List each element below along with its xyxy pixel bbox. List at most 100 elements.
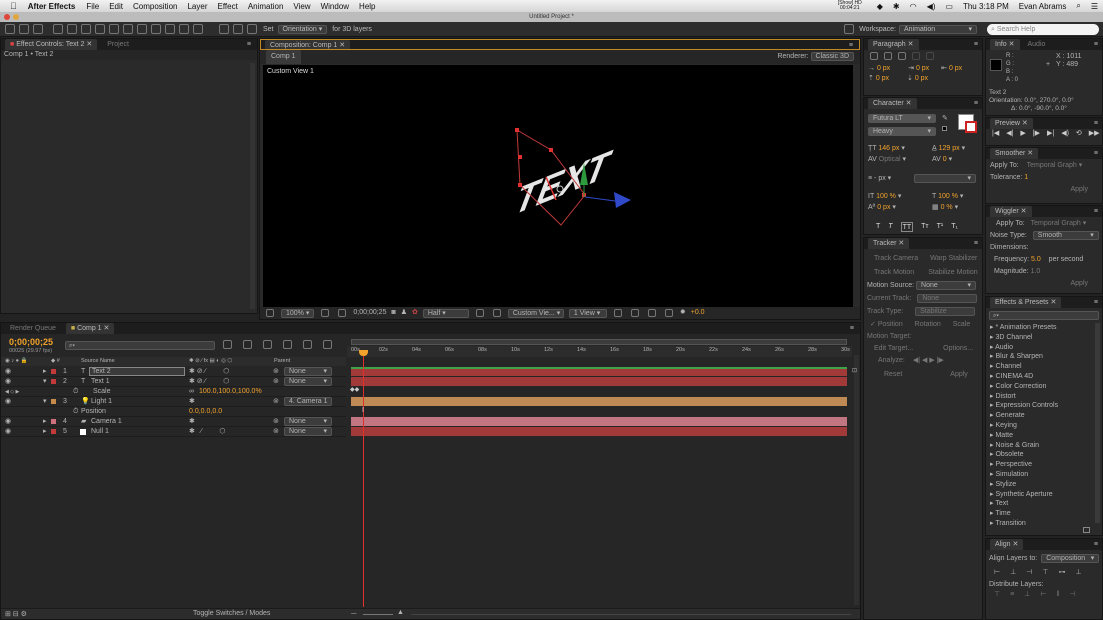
3d-view-dropdown[interactable]: Custom Vie... ▾ <box>507 308 564 318</box>
track-camera-button[interactable]: Track Camera <box>874 255 918 262</box>
tab-effect-controls[interactable]: ■ Effect Controls: Text 2 ✕ <box>5 39 98 50</box>
visibility-icon[interactable]: ◉ <box>5 377 11 386</box>
menu-layer[interactable]: Layer <box>187 2 207 11</box>
effects-category[interactable]: ▸ Time <box>986 509 1102 519</box>
exposure-value[interactable]: +0.0 <box>691 308 705 318</box>
effects-category[interactable]: ▸ * Animation Presets <box>986 323 1102 333</box>
warp-stabilizer-button[interactable]: Warp Stabilizer <box>930 255 977 262</box>
shape-tool-icon[interactable] <box>95 24 105 34</box>
clone-tool-icon[interactable] <box>151 24 161 34</box>
stroke-width-value[interactable]: - px <box>874 175 886 182</box>
scale-value[interactable]: 100.0,100.0,100.0% <box>199 387 262 396</box>
property-row[interactable]: ⏱ Position 0.0,0.0,0.0 <box>1 407 346 417</box>
layer-row[interactable]: ◉ ▸ 5 Null 1 ✱ ∕ ⬡ ⊚ None ▾ <box>1 427 346 437</box>
effects-category[interactable]: ▸ Audio <box>986 343 1102 353</box>
constrain-proportions-icon[interactable]: ∞ <box>189 387 194 396</box>
safe-margins-icon[interactable] <box>321 309 330 317</box>
x-axis-arrow[interactable] <box>614 192 631 208</box>
workspace-icon[interactable] <box>844 24 855 34</box>
panel-menu-icon[interactable]: ≡ <box>1094 118 1098 129</box>
layer-bar[interactable] <box>351 367 847 376</box>
rotate-tool-icon[interactable] <box>53 24 63 34</box>
panel-menu-icon[interactable]: ≡ <box>1094 539 1098 550</box>
current-track-dropdown[interactable]: None <box>917 294 978 303</box>
puppet-tool-icon[interactable] <box>193 24 203 34</box>
kerning-value[interactable]: Optical <box>879 156 901 163</box>
noise-type-dropdown[interactable]: Smooth ▾ <box>1032 231 1099 240</box>
superscript-button[interactable]: T¹ <box>937 222 944 232</box>
effects-category[interactable]: ▸ Keying <box>986 421 1102 431</box>
layer-row[interactable]: ◉ ▸ 1 T Text 2 ✱ ⊘ ∕ ⬡ ⊚ None ▾ <box>1 367 346 377</box>
tab-preview[interactable]: Preview ✕ <box>990 118 1033 129</box>
indent-left-value[interactable]: 0 px <box>877 65 890 72</box>
effects-category[interactable]: ▸ Matte <box>986 431 1102 441</box>
toggle-switches-modes-button[interactable]: Toggle Switches / Modes <box>193 610 270 617</box>
layer-row[interactable]: ◉ ▾ 2 T Text 1 ✱ ⊘ ∕ ⬡ ⊚ None ▾ <box>1 377 346 387</box>
effects-category[interactable]: ▸ Noise & Grain <box>986 441 1102 451</box>
shy-icon[interactable] <box>243 340 252 349</box>
pickwhip-icon[interactable]: ⊚ <box>273 367 279 376</box>
panel-menu-icon[interactable]: ≡ <box>1094 206 1098 217</box>
timeline-icon[interactable] <box>647 309 656 317</box>
tab-tracker[interactable]: Tracker ✕ <box>868 238 910 249</box>
expand-arrow-icon[interactable]: ▾ <box>43 397 47 406</box>
panel-menu-icon[interactable]: ≡ <box>1094 39 1098 50</box>
tab-paragraph[interactable]: Paragraph ✕ <box>868 39 919 50</box>
layer-switches[interactable]: ✱ ∕ ⬡ <box>189 427 225 436</box>
align-top-edges-icon[interactable]: ⊤ <box>1042 568 1048 578</box>
tab-composition[interactable]: Composition: Comp 1 ✕ <box>265 40 351 49</box>
orientation-dropdown[interactable]: Orientation ▾ <box>277 24 328 34</box>
ram-preview-icon[interactable]: ▶▶ <box>1089 129 1100 139</box>
snapshot-icon[interactable]: ◙ <box>391 308 395 318</box>
layer-label-color[interactable] <box>51 419 56 424</box>
position-checkbox[interactable]: ✓ Position <box>870 321 903 328</box>
first-line-indent-value[interactable]: 0 px <box>949 65 962 72</box>
vertical-scale-value[interactable]: 100 % <box>876 193 896 200</box>
panel-menu-icon[interactable]: ≡ <box>849 40 853 49</box>
show-snapshot-icon[interactable]: ♟ <box>401 308 407 318</box>
bluetooth-icon[interactable]: ✱ <box>893 2 900 11</box>
panel-menu-icon[interactable]: ≡ <box>974 238 978 249</box>
font-family-dropdown[interactable]: Futura LT ▾ <box>868 114 936 123</box>
layer-row[interactable]: ◉ ▸ 4 ▰ Camera 1 ✱ ⊚ None ▾ <box>1 417 346 427</box>
smoother-apply-to-dropdown[interactable]: Temporal Graph ▾ <box>1027 162 1083 169</box>
last-frame-icon[interactable]: ▶| <box>1047 129 1054 139</box>
pickwhip-icon[interactable]: ⊚ <box>273 417 279 426</box>
justify-all-icon[interactable] <box>925 52 934 60</box>
play-icon[interactable]: ▶ <box>1020 129 1025 139</box>
pickwhip-icon[interactable]: ⊚ <box>273 427 279 436</box>
parent-dropdown[interactable]: None ▾ <box>284 417 332 426</box>
track-motion-button[interactable]: Track Motion <box>874 269 914 276</box>
brainstorm-icon[interactable] <box>303 340 312 349</box>
comp-marker-bin-icon[interactable]: ⊡ <box>852 367 857 374</box>
tracking-value[interactable]: 0 <box>943 156 947 163</box>
transparency-grid-icon[interactable] <box>492 309 501 317</box>
effects-category[interactable]: ▸ Text <box>986 499 1102 509</box>
view-axis-icon[interactable] <box>247 24 257 34</box>
reset-button[interactable]: Reset <box>884 371 902 378</box>
expand-arrow-icon[interactable]: ▸ <box>43 417 47 426</box>
tolerance-value[interactable]: 1 <box>1024 174 1028 181</box>
menu-composition[interactable]: Composition <box>133 2 177 11</box>
wiggler-apply-button[interactable]: Apply <box>986 279 1102 289</box>
tab-comp-1[interactable]: ■ Comp 1 ✕ <box>65 323 115 334</box>
smoother-apply-button[interactable]: Apply <box>986 185 1102 195</box>
frame-blending-icon[interactable] <box>263 340 272 349</box>
notification-icon[interactable]: ☰ <box>1091 2 1098 11</box>
analyze-buttons[interactable]: ◀| ◀ ▶ |▶ <box>913 357 944 364</box>
menu-file[interactable]: File <box>86 2 99 11</box>
volume-icon[interactable]: ◀) <box>927 2 936 11</box>
tab-effects-presets[interactable]: Effects & Presets ✕ <box>990 297 1062 308</box>
visibility-icon[interactable]: ◉ <box>5 417 11 426</box>
font-style-dropdown[interactable]: Heavy ▾ <box>868 127 936 136</box>
effects-category[interactable]: ▸ Expression Controls <box>986 401 1102 411</box>
baseline-shift-value[interactable]: 0 px <box>877 204 890 211</box>
zoom-out-icon[interactable]: ⏤ <box>351 610 357 618</box>
user-name[interactable]: Evan Abrams <box>1019 2 1067 11</box>
time-ruler[interactable]: 00s 02s 04s 06s 08s 10s 12s 14s 16s 18s … <box>347 346 852 357</box>
flowchart-icon[interactable] <box>664 309 673 317</box>
tab-align[interactable]: Align ✕ <box>990 539 1024 550</box>
spotlight-icon[interactable]: ⌕ <box>1076 1 1080 11</box>
layer-handle[interactable] <box>518 183 522 187</box>
workspace-dropdown[interactable]: Animation ▾ <box>899 24 977 34</box>
